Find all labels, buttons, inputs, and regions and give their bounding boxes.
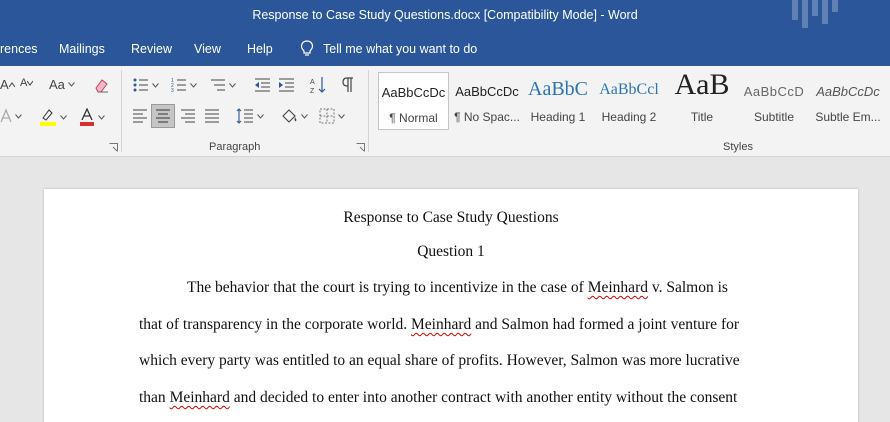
chevron-down-icon xyxy=(301,113,308,119)
style-no-spacing[interactable]: AaBbCcDc ¶ No Spac... xyxy=(452,72,522,130)
shrink-font-button[interactable]: A xyxy=(20,77,34,89)
align-right-button[interactable] xyxy=(180,109,196,123)
borders-button[interactable] xyxy=(319,108,345,124)
align-left-icon xyxy=(133,109,147,123)
align-left-button[interactable] xyxy=(132,109,148,123)
paragraph-line-3: which every party was entitled to an equ… xyxy=(139,352,740,369)
lightbulb-icon xyxy=(300,40,314,56)
title-bar: Response to Case Study Questions.docx [C… xyxy=(0,0,890,33)
increase-indent-button[interactable] xyxy=(278,77,295,93)
justify-button[interactable] xyxy=(204,109,220,123)
paragraph-dialog-launcher-icon[interactable] xyxy=(356,143,365,152)
line-spacing-icon xyxy=(236,108,253,124)
numbering-button[interactable]: 1 2 3 xyxy=(171,77,197,93)
clear-formatting-button[interactable] xyxy=(93,77,110,94)
style-title[interactable]: AaB Title xyxy=(669,72,735,130)
chevron-down-icon xyxy=(60,114,67,120)
svg-text:3: 3 xyxy=(171,88,174,93)
styles-group-label: Styles xyxy=(723,141,753,153)
question-heading: Question 1 xyxy=(417,243,485,260)
document-page[interactable]: Response to Case Study Questions Questio… xyxy=(44,189,858,422)
text-effects-button[interactable] xyxy=(0,108,22,124)
tab-view[interactable]: View xyxy=(194,42,221,56)
pilcrow-icon xyxy=(342,77,353,92)
justify-icon xyxy=(205,109,219,123)
grow-font-button[interactable]: A xyxy=(0,77,15,92)
paragraph-group-label: Paragraph xyxy=(209,141,261,153)
tab-help[interactable]: Help xyxy=(247,42,273,56)
increase-indent-icon xyxy=(279,78,294,92)
multilevel-list-icon xyxy=(211,79,225,91)
chevron-down-icon xyxy=(257,113,264,119)
document-title: Response to Case Study Questions xyxy=(343,209,559,226)
paint-bucket-icon xyxy=(282,109,297,123)
font-color-button[interactable] xyxy=(79,108,105,126)
paragraph-line-4: than Meinhard and decided to enter into … xyxy=(139,389,738,406)
chevron-down-icon xyxy=(68,82,75,87)
titlebar-decoration xyxy=(792,0,838,28)
shading-button[interactable] xyxy=(280,108,308,124)
window-title: Response to Case Study Questions.docx [C… xyxy=(252,8,638,22)
style-heading-2[interactable]: AaBbCcl Heading 2 xyxy=(596,72,662,130)
decrease-indent-button[interactable] xyxy=(254,77,271,93)
caret-up-icon xyxy=(8,81,15,87)
show-formatting-button[interactable] xyxy=(342,77,354,93)
paragraph-line-2: that of transparency in the corporate wo… xyxy=(139,316,740,333)
align-center-button[interactable] xyxy=(151,104,175,128)
highlighter-icon xyxy=(40,109,56,126)
tell-me-text: Tell me what you want to do xyxy=(323,41,478,56)
ribbon-divider xyxy=(368,70,369,152)
style-normal[interactable]: AaBbCcDc ¶ Normal xyxy=(378,72,449,130)
align-right-icon xyxy=(181,109,195,123)
line-spacing-button[interactable] xyxy=(236,108,264,124)
sort-button[interactable]: A Z xyxy=(310,76,327,94)
eraser-icon xyxy=(95,79,108,93)
style-subtle-emphasis[interactable]: AaBbCcDc Subtle Em... xyxy=(812,72,884,130)
font-dialog-launcher-icon[interactable] xyxy=(109,143,118,152)
multilevel-list-button[interactable] xyxy=(210,77,236,93)
tab-mailings[interactable]: Mailings xyxy=(59,42,105,56)
spelling-error[interactable]: Meinhard xyxy=(411,316,471,333)
svg-text:Z: Z xyxy=(310,88,315,94)
ribbon-divider xyxy=(121,70,122,152)
style-subtitle[interactable]: AaBbCcD Subtitle xyxy=(740,72,808,130)
change-case-button[interactable]: Aa xyxy=(49,77,75,92)
borders-icon xyxy=(319,108,335,124)
text-effects-icon xyxy=(0,108,12,123)
chevron-down-icon xyxy=(98,114,105,120)
chevron-down-icon xyxy=(229,82,236,88)
svg-text:A: A xyxy=(310,79,315,86)
chevron-down-icon xyxy=(152,82,159,88)
document-area: Response to Case Study Questions Questio… xyxy=(0,157,890,422)
chevron-down-icon xyxy=(338,113,345,119)
tab-review[interactable]: Review xyxy=(131,42,172,56)
style-heading-1[interactable]: AaBbC Heading 1 xyxy=(526,72,590,130)
styles-gallery: AaBbCcDc ¶ Normal AaBbCcDc ¶ No Spac... … xyxy=(378,72,890,130)
sort-icon: A Z xyxy=(310,77,326,94)
spelling-error[interactable]: Meinhard xyxy=(170,389,230,406)
align-center-icon xyxy=(156,109,170,123)
tab-references[interactable]: rences xyxy=(0,42,38,56)
numbered-list-icon: 1 2 3 xyxy=(171,78,186,93)
chevron-down-icon xyxy=(190,82,197,88)
chevron-down-icon xyxy=(15,113,22,119)
highlight-color-button[interactable] xyxy=(39,108,67,126)
font-color-icon xyxy=(80,108,94,126)
paragraph-line-1: The behavior that the court is trying to… xyxy=(187,279,728,296)
bullets-button[interactable] xyxy=(133,77,159,93)
caret-down-small-icon xyxy=(27,80,34,86)
tell-me-box[interactable]: Tell me what you want to do xyxy=(300,40,477,57)
bullet-list-icon xyxy=(133,78,148,92)
decrease-indent-icon xyxy=(255,78,270,92)
spelling-error[interactable]: Meinhard xyxy=(588,279,648,296)
ribbon-tabs: rences Mailings Review View Help Tell me… xyxy=(0,33,890,66)
